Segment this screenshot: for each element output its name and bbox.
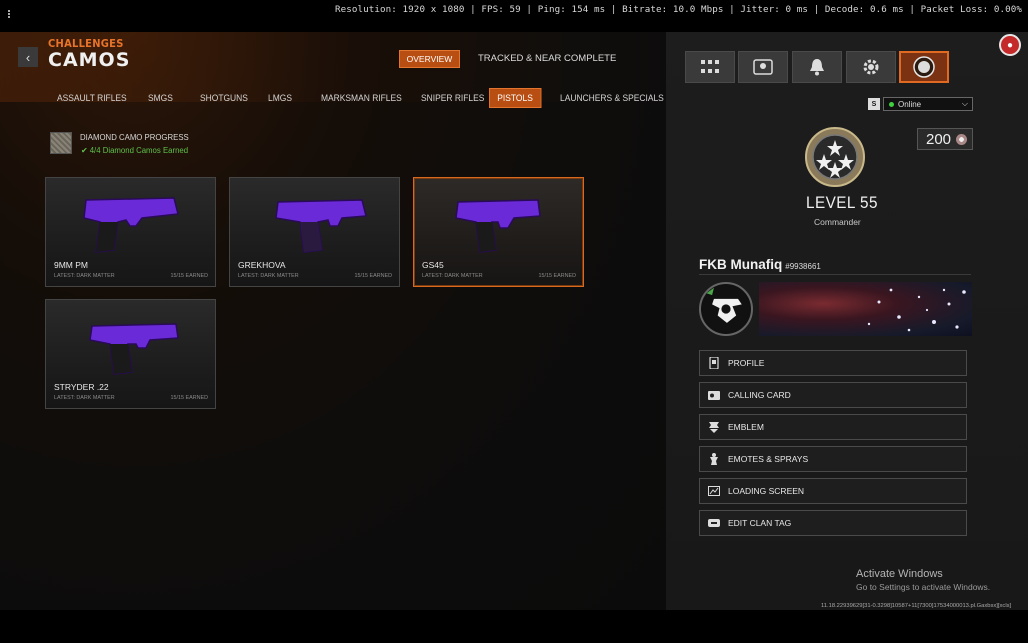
weapon-name: GREKHOVA [238,260,286,270]
stream-stats: Resolution: 1920 x 1080 | FPS: 59 | Ping… [334,4,1022,15]
status-label: Online [898,99,922,109]
progress-subtitle: ✔ 4/4 Diamond Camos Earned [81,146,189,155]
profile-label: PROFILE [728,358,765,368]
weapon-card-grekhova[interactable]: GREKHOVA LATEST: DARK MATTER 15/15 EARNE… [229,177,400,287]
record-icon: ● [1006,39,1014,51]
category-smgs[interactable]: SMGS [148,93,173,103]
pistol-icon [455,199,541,253]
weapon-latest-camo: LATEST: DARK MATTER [422,273,483,279]
weapon-earned-count: 15/15 EARNED [170,395,208,401]
emblem-badge-icon [913,56,935,78]
page-title: CAMOS [48,49,131,71]
category-shotguns[interactable]: SHOTGUNS [200,93,248,103]
edit-clan-tag-button[interactable]: EDIT CLAN TAG [699,510,967,536]
weapon-earned-count: 15/15 EARNED [354,273,392,279]
weapon-latest-camo: LATEST: DARK MATTER [54,273,115,279]
profile-button[interactable]: PROFILE [699,350,967,376]
weapon-name: GS45 [422,260,444,270]
back-button[interactable]: ‹ [18,47,38,67]
menu-grid-button[interactable] [685,51,735,83]
cod-points-icon [956,133,968,145]
activate-windows-title: Activate Windows [856,568,943,580]
emotes-sprays-label: EMOTES & SPRAYS [728,454,809,464]
player-level: LEVEL 55 [806,193,878,212]
category-marksman-rifles[interactable]: MARKSMAN RIFLES [321,93,402,103]
loading-screen-button[interactable]: LOADING SCREEN [699,478,967,504]
emotes-sprays-button[interactable]: EMOTES & SPRAYS [699,446,967,472]
diamond-camo-icon [50,132,72,154]
weapon-card-9mm-pm[interactable]: 9MM PM LATEST: DARK MATTER 15/15 EARNED [45,177,216,287]
calling-card-button[interactable]: CALLING CARD [699,382,967,408]
weapon-earned-count: 15/15 EARNED [170,273,208,279]
loading-screen-icon [708,485,720,497]
loading-screen-label: LOADING SCREEN [728,486,805,496]
pistol-icon [83,197,179,253]
category-sniper-rifles[interactable]: SNIPER RIFLES [421,93,484,103]
activate-windows-subtitle: Go to Settings to activate Windows. [856,582,991,592]
tab-overview[interactable]: OVERVIEW [399,50,460,68]
player-name: FKB Munafiq #9938661 [699,257,821,272]
emblem-button[interactable]: EMBLEM [699,414,967,440]
edit-clan-tag-label: EDIT CLAN TAG [728,518,792,528]
divider [699,274,971,275]
weapon-latest-camo: LATEST: DARK MATTER [238,273,299,279]
category-assault-rifles[interactable]: ASSAULT RIFLES [57,93,127,103]
profile-emblem-button[interactable] [899,51,949,83]
chevron-down-icon: ⌵ [961,99,968,108]
clan-tag-icon [708,517,720,529]
drag-handle-icon[interactable] [8,10,12,20]
player-id: #9938661 [785,262,821,271]
online-dot-icon [889,101,894,107]
weapon-latest-camo: LATEST: DARK MATTER [54,395,115,401]
player-emblem[interactable] [699,282,753,336]
barracks-icon [753,59,773,75]
notifications-button[interactable] [792,51,842,83]
build-version: 11.18.22939629[31-0.3298]10587+11[7300]1… [821,603,1012,609]
weapon-name: 9MM PM [54,260,88,270]
gear-icon [863,59,879,75]
profile-icon [708,357,720,369]
rank-title: Commander [814,217,861,227]
pistol-icon [89,323,179,375]
weapon-card-stryder-22[interactable]: STRYDER .22 LATEST: DARK MATTER 15/15 EA… [45,299,216,409]
category-pistols[interactable]: PISTOLS [489,88,542,108]
calling-card-label: CALLING CARD [728,390,791,400]
grid-icon [701,60,719,73]
weapon-card-gs45[interactable]: GS45 LATEST: DARK MATTER 15/15 EARNED [413,177,584,287]
tab-tracked-near-complete[interactable]: TRACKED & NEAR COMPLETE [478,53,616,64]
category-launchers-specials[interactable]: LAUNCHERS & SPECIALS [560,93,664,103]
pistol-icon [275,199,367,253]
record-button[interactable]: ● [999,34,1021,56]
emblem-label: EMBLEM [728,422,764,432]
weapon-earned-count: 15/15 EARNED [538,273,576,279]
stream-overlay-bar: Resolution: 1920 x 1080 | FPS: 59 | Ping… [0,0,1028,32]
chevron-left-icon: ‹ [25,49,31,65]
calling-card-image [867,288,966,332]
progress-title: DIAMOND CAMO PROGRESS [80,133,189,142]
platform-badge: S [868,98,880,110]
cod-points-value: 200 [926,130,952,148]
checkmark-icon: ✔ [81,146,90,155]
cod-points[interactable]: 200 [917,128,973,150]
status-dropdown[interactable]: Online ⌵ [883,97,973,111]
calling-card-icon [708,389,720,401]
settings-button[interactable] [846,51,896,83]
weapon-name: STRYDER .22 [54,382,109,392]
category-lmgs[interactable]: LMGS [268,93,292,103]
barracks-button[interactable] [738,51,788,83]
calling-card[interactable] [759,282,972,336]
rank-badge-icon [805,127,865,187]
bell-icon [810,59,824,76]
emblem-icon [708,421,720,433]
emote-icon [708,453,720,465]
bottom-letterbox [0,610,1028,643]
